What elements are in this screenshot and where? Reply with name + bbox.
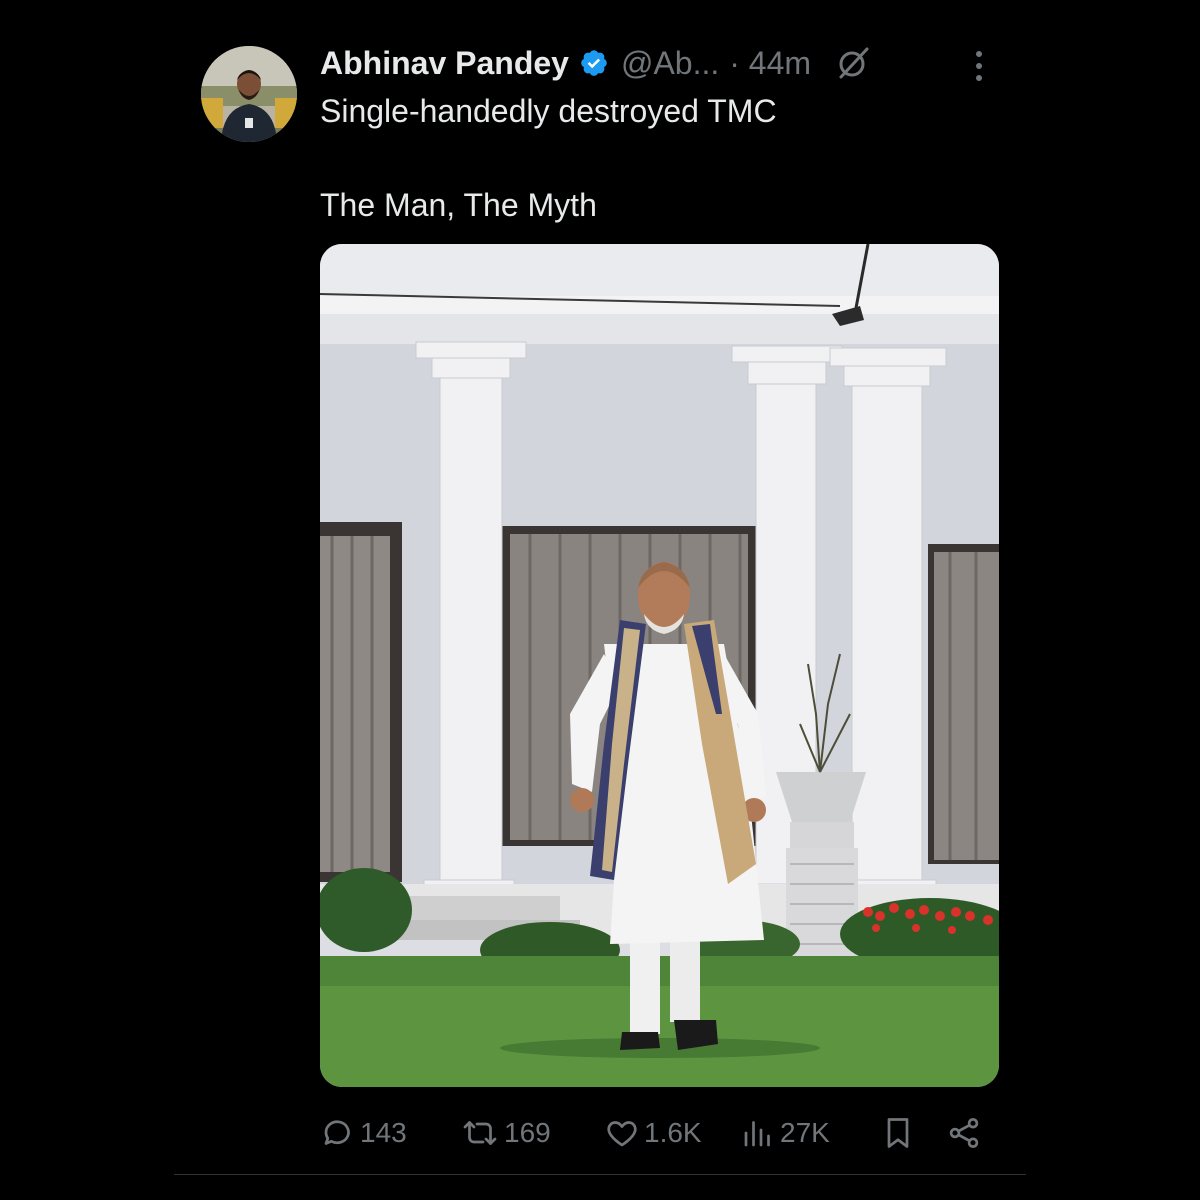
tweet-header: Abhinav Pandey @Ab... · 44m [320, 40, 871, 86]
bookmark-icon [880, 1115, 916, 1151]
reply-button[interactable]: 143 [320, 1108, 407, 1158]
tweet-text-line-1: Single-handedly destroyed TMC [320, 93, 777, 129]
tweet-text: Single-handedly destroyed TMC The Man, T… [320, 88, 1020, 229]
grok-icon[interactable] [835, 45, 871, 81]
reply-icon [320, 1115, 356, 1151]
timestamp[interactable]: · 44m [729, 45, 811, 82]
tweet-card[interactable]: Abhinav Pandey @Ab... · 44m Single-hande… [174, 0, 1026, 1175]
tweet-actions: 143 169 1.6K 27K [320, 1108, 1000, 1158]
like-count: 1.6K [644, 1117, 702, 1148]
tweet-text-line-2: The Man, The Myth [320, 187, 597, 223]
views-button[interactable]: 27K [740, 1108, 830, 1158]
author-name[interactable]: Abhinav Pandey [320, 45, 569, 82]
page: Abhinav Pandey @Ab... · 44m Single-hande… [0, 0, 1200, 1200]
more-options-icon[interactable] [966, 46, 992, 86]
author-handle[interactable]: @Ab... [621, 45, 719, 82]
like-button[interactable]: 1.6K [604, 1108, 702, 1158]
tweet-photo[interactable] [320, 244, 999, 1087]
repost-count: 169 [504, 1117, 551, 1148]
bookmark-button[interactable] [880, 1108, 916, 1158]
repost-button[interactable]: 169 [460, 1108, 551, 1158]
verified-badge-icon[interactable] [579, 48, 609, 78]
heart-icon [604, 1115, 640, 1151]
repost-icon [460, 1115, 500, 1151]
avatar[interactable] [201, 46, 297, 142]
view-count: 27K [780, 1117, 830, 1148]
reply-count: 143 [360, 1117, 407, 1148]
share-icon [946, 1115, 982, 1151]
views-chart-icon [740, 1115, 776, 1151]
share-button[interactable] [946, 1108, 982, 1158]
